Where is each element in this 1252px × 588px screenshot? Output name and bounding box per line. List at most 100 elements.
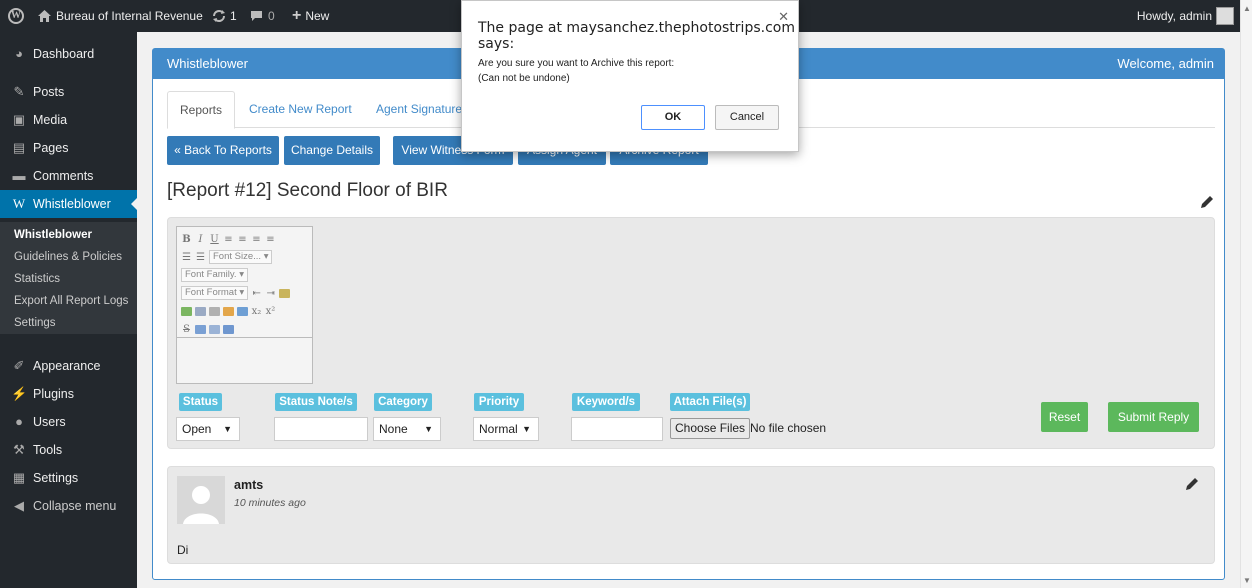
insert-image-icon[interactable] (181, 306, 192, 316)
attach-files-label: Attach File(s) (670, 393, 750, 411)
italic-icon[interactable]: I (195, 234, 206, 245)
dashboard-icon: ◕ (15, 46, 23, 61)
scroll-up-icon[interactable]: ▲ (1243, 4, 1251, 13)
priority-value: Normal (479, 422, 518, 436)
menu-item-users[interactable]: ● Users (0, 408, 137, 436)
menu-item-comments[interactable]: ▬ Comments (0, 162, 137, 190)
panel-title: Whistleblower (167, 56, 248, 71)
justify-icon[interactable]: ≡ (265, 234, 276, 245)
plugin-icon: ⚡ (11, 386, 28, 401)
edit-pencil-icon[interactable] (1200, 195, 1214, 209)
bold-icon[interactable]: B (181, 234, 192, 245)
menu-item-label: Plugins (33, 387, 74, 401)
horizontal-rule-icon[interactable] (209, 324, 220, 334)
submenu-item-settings[interactable]: Settings (14, 312, 56, 334)
menu-item-whistleblower[interactable]: W Whistleblower (0, 190, 137, 218)
home-icon (38, 10, 51, 22)
scroll-down-icon[interactable]: ▼ (1243, 576, 1251, 585)
menu-item-appearance[interactable]: ✐ Appearance (0, 352, 137, 380)
back-to-reports-button[interactable]: « Back To Reports (167, 136, 279, 165)
strikethrough-icon[interactable]: S (181, 324, 192, 335)
tab-agent-signature[interactable]: Agent Signature (364, 91, 474, 128)
submenu-item-whistleblower[interactable]: Whistleblower (14, 224, 92, 246)
align-right-icon[interactable]: ≡ (251, 234, 262, 245)
wordpress-logo-icon[interactable]: W (8, 8, 24, 24)
comment-bubble-icon (251, 11, 262, 21)
align-center-icon[interactable]: ≡ (237, 234, 248, 245)
caret-down-icon: ▼ (424, 424, 433, 434)
caret-down-icon: ▼ (522, 424, 531, 434)
status-select[interactable]: Open ▼ (176, 417, 240, 441)
page-scrollbar[interactable]: ▲ ▼ (1240, 0, 1252, 588)
avatar (177, 476, 225, 524)
html-source-icon[interactable] (223, 324, 234, 334)
avatar[interactable] (1216, 7, 1234, 25)
edit-pencil-icon[interactable] (1185, 477, 1199, 491)
table-icon[interactable] (237, 306, 248, 316)
submenu-item-export[interactable]: Export All Report Logs (14, 290, 128, 312)
indent-icon[interactable]: ⇥ (265, 288, 276, 299)
menu-item-plugins[interactable]: ⚡ Plugins (0, 380, 137, 408)
status-note-label: Status Note/s (275, 393, 357, 411)
color-icon[interactable] (223, 306, 234, 316)
link-icon[interactable] (195, 306, 206, 316)
submenu-item-statistics[interactable]: Statistics (14, 268, 60, 290)
menu-item-settings[interactable]: ▦ Settings (0, 464, 137, 492)
collapse-menu-button[interactable]: ◀ Collapse menu (0, 492, 137, 520)
paste-icon[interactable] (279, 288, 291, 298)
change-details-button[interactable]: Change Details (284, 136, 380, 165)
font-size-select[interactable]: Font Size... ▾ (209, 250, 273, 264)
subscript-icon[interactable]: x₂ (251, 306, 262, 317)
editor-toolbar: B I U ≡ ≡ ≡ ≡ ☰ ☰ Font Size... ▾ Font Fa… (177, 227, 312, 337)
numbered-list-icon[interactable]: ☰ (195, 252, 206, 263)
submit-reply-button[interactable]: Submit Reply (1108, 402, 1199, 432)
report-title: [Report #12] Second Floor of BIR (167, 180, 448, 201)
menu-item-label: Pages (33, 141, 69, 155)
comments-icon: ▬ (12, 168, 26, 183)
menu-item-dashboard[interactable]: ◕ Dashboard (0, 40, 137, 68)
confirm-dialog: The page at maysanchez.thephotostrips.co… (461, 0, 799, 152)
superscript-icon[interactable]: x² (265, 306, 276, 317)
welcome-text: Welcome, admin (1117, 56, 1214, 71)
outdent-icon[interactable]: ⇤ (251, 288, 262, 299)
menu-item-pages[interactable]: ▤ Pages (0, 134, 137, 162)
category-label: Category (374, 393, 432, 411)
unlink-icon[interactable] (209, 306, 220, 316)
reset-button[interactable]: Reset (1041, 402, 1088, 432)
editor-text-area[interactable] (177, 337, 312, 383)
choose-files-button[interactable]: Choose Files (670, 418, 751, 439)
menu-item-tools[interactable]: ⚒ Tools (0, 436, 137, 464)
cancel-button[interactable]: Cancel (715, 105, 779, 130)
remove-format-icon[interactable] (195, 324, 206, 334)
font-family-select[interactable]: Font Family. ▾ (181, 268, 248, 282)
new-label: New (305, 9, 330, 23)
submenu-item-guidelines[interactable]: Guidelines & Policies (14, 246, 122, 268)
category-select[interactable]: None ▼ (373, 417, 441, 441)
new-content-link[interactable]: + New (292, 0, 329, 32)
comments-link[interactable]: 0 (250, 0, 275, 32)
comment-body: Di (177, 543, 189, 557)
underline-icon[interactable]: U (209, 234, 220, 245)
priority-select[interactable]: Normal ▼ (473, 417, 539, 441)
menu-item-posts[interactable]: ✎ Posts (0, 78, 137, 106)
reply-form: B I U ≡ ≡ ≡ ≡ ☰ ☰ Font Size... ▾ Font Fa… (167, 217, 1215, 449)
ok-button[interactable]: OK (641, 105, 705, 130)
dialog-title: The page at maysanchez.thephotostrips.co… (478, 20, 795, 52)
font-format-select[interactable]: Font Format ▾ (181, 286, 249, 300)
updates-icon (213, 10, 225, 22)
site-name-link[interactable]: Bureau of Internal Revenue (38, 0, 203, 32)
dialog-warning: (Can not be undone) (478, 73, 570, 84)
howdy-link[interactable]: Howdy, admin (1137, 0, 1212, 32)
font-family-value: Font Family. (185, 269, 237, 280)
tab-create-new-report[interactable]: Create New Report (237, 91, 364, 128)
menu-item-label: Comments (33, 169, 94, 183)
font-size-value: Font Size... (213, 251, 262, 262)
menu-item-media[interactable]: ▣ Media (0, 106, 137, 134)
status-note-input[interactable] (274, 417, 368, 441)
updates-link[interactable]: 1 (212, 0, 237, 32)
keywords-input[interactable] (571, 417, 663, 441)
bullet-list-icon[interactable]: ☰ (181, 252, 192, 263)
close-icon[interactable]: ✕ (778, 9, 789, 25)
tab-reports[interactable]: Reports (167, 91, 236, 129)
align-left-icon[interactable]: ≡ (223, 234, 234, 245)
